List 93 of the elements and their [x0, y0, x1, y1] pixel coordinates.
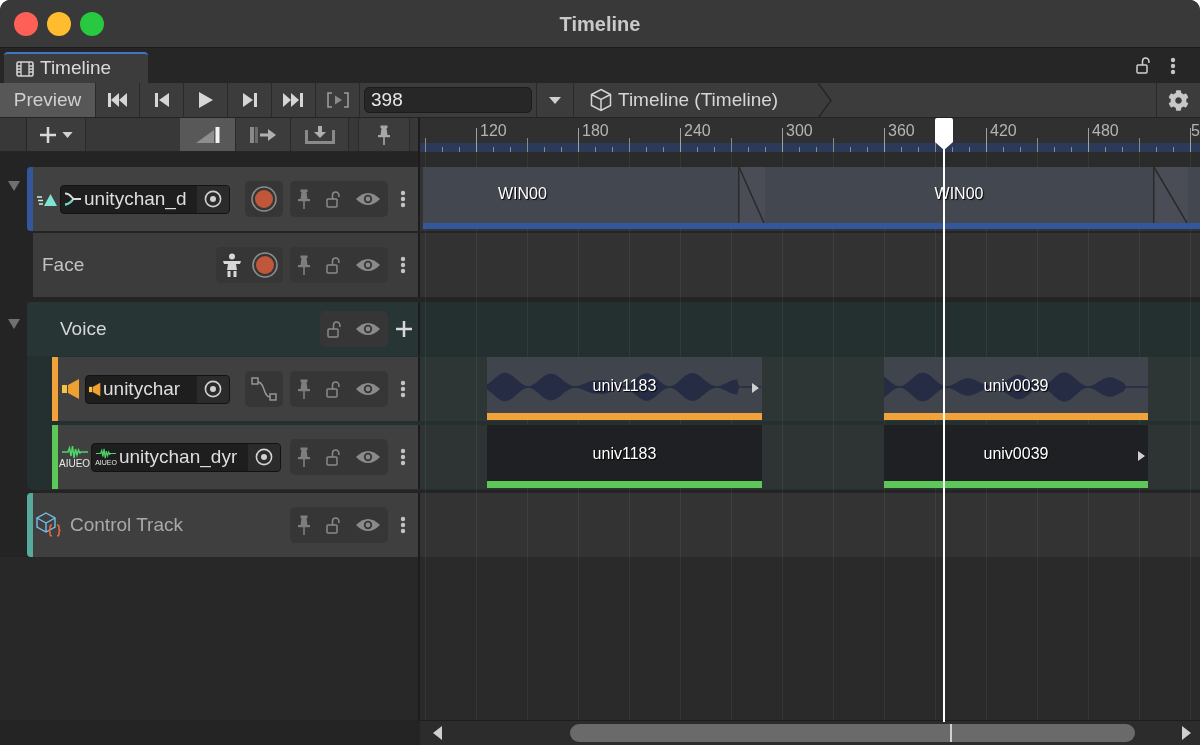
plus-icon[interactable]: [39, 126, 56, 143]
ruler-label: 300: [786, 121, 813, 141]
target-button[interactable]: [197, 375, 229, 403]
more-menu-icon[interactable]: [1170, 56, 1176, 75]
ruler-label: 120: [480, 121, 507, 141]
cube-braces-icon: [36, 512, 62, 538]
timeline-clip[interactable]: WIN00: [423, 167, 738, 229]
settings-icon: [1168, 89, 1189, 111]
waveform-icon: [96, 448, 116, 459]
film-icon: [16, 60, 34, 77]
track-name: Control Track: [70, 512, 183, 537]
skip-back-icon: [107, 92, 128, 108]
target-button[interactable]: [197, 185, 229, 213]
speaker-icon: [62, 378, 80, 400]
window-tab[interactable]: Timeline: [4, 52, 148, 83]
step-forward-icon: [241, 92, 258, 108]
disclosure-triangle-icon[interactable]: [8, 318, 20, 330]
edit-mode-button[interactable]: [291, 118, 349, 151]
timeline-clip[interactable]: univ0039: [884, 357, 1148, 420]
humanoid-icon[interactable]: [220, 253, 243, 277]
skip-forward-icon: [283, 92, 304, 108]
pin-icon[interactable]: [297, 189, 312, 209]
eye-icon[interactable]: [354, 517, 381, 533]
scroll-right-icon[interactable]: [1182, 726, 1191, 740]
window-title: Timeline: [559, 11, 641, 37]
icon-caption: AIUEO: [59, 459, 91, 469]
object-field[interactable]: unitychan_d: [60, 184, 230, 214]
scrollbar-thumb[interactable]: [570, 724, 1135, 742]
minimize-button[interactable]: [47, 11, 71, 36]
more-menu-icon[interactable]: [400, 190, 406, 208]
pin-icon[interactable]: [297, 255, 312, 275]
breadcrumb-item[interactable]: Timeline (Timeline): [574, 83, 832, 117]
curve-icon: [251, 377, 277, 401]
ramp-icon: [194, 125, 221, 144]
eye-icon[interactable]: [354, 381, 381, 397]
curves-button[interactable]: [245, 371, 283, 407]
more-menu-icon[interactable]: [400, 380, 406, 398]
disclosure-triangle-icon[interactable]: [8, 180, 20, 192]
ruler-label: 360: [888, 121, 915, 141]
add-icon[interactable]: [396, 321, 412, 337]
play-icon: [197, 92, 214, 108]
zoom-button[interactable]: [80, 11, 104, 36]
snap-button[interactable]: [358, 118, 410, 151]
dropdown-button[interactable]: [536, 83, 574, 117]
more-menu-icon[interactable]: [400, 448, 406, 466]
pin-icon[interactable]: [297, 515, 312, 535]
ruler-label: 420: [990, 121, 1017, 141]
lock-icon[interactable]: [1136, 57, 1150, 74]
insert-down-icon: [304, 125, 335, 144]
eye-icon[interactable]: [354, 191, 381, 207]
target-button[interactable]: [248, 443, 281, 471]
timeline-clip[interactable]: univ1183: [487, 425, 762, 488]
pin-icon[interactable]: [297, 447, 312, 467]
preview-button[interactable]: Preview: [0, 83, 96, 117]
ruler-label: 240: [684, 121, 711, 141]
edit-mode-button[interactable]: [180, 118, 236, 151]
record-icon[interactable]: [252, 252, 279, 278]
speaker-icon: [89, 381, 101, 397]
object-field[interactable]: unitychar: [85, 374, 230, 404]
frame-field[interactable]: 398: [364, 87, 532, 113]
record-button[interactable]: [245, 181, 283, 217]
step-back-icon: [153, 92, 170, 108]
ruler-label: 180: [582, 121, 609, 141]
more-menu-icon[interactable]: [400, 256, 406, 274]
close-button[interactable]: [14, 11, 38, 36]
record-icon: [251, 186, 277, 212]
group-name: Voice: [59, 316, 107, 341]
pin-icon[interactable]: [377, 124, 391, 145]
playhead-position-mark: [950, 724, 952, 742]
cube-icon: [590, 88, 612, 112]
timeline-clip[interactable]: univ1183: [487, 357, 762, 420]
branch-arrow-icon: [64, 191, 82, 207]
caret-icon: [549, 96, 561, 104]
push-right-icon: [250, 126, 276, 143]
scroll-left-icon[interactable]: [433, 726, 442, 740]
target-icon: [255, 448, 274, 466]
play-range-icon: [326, 92, 349, 108]
track-name: Face: [41, 252, 85, 277]
more-menu-icon[interactable]: [400, 516, 406, 534]
eye-icon[interactable]: [355, 321, 381, 337]
timeline-clip[interactable]: univ0039: [884, 425, 1148, 488]
waveform-icon: [61, 445, 88, 459]
caret-icon: [61, 131, 73, 138]
eye-icon[interactable]: [354, 257, 381, 273]
pin-icon[interactable]: [297, 379, 312, 399]
target-icon: [204, 190, 222, 208]
ruler-label: 5: [1191, 121, 1200, 141]
eye-icon[interactable]: [354, 449, 381, 465]
animation-track-icon: [37, 191, 57, 207]
edit-mode-button[interactable]: [236, 118, 291, 151]
target-icon: [204, 380, 222, 398]
ruler-label: 480: [1092, 121, 1119, 141]
timeline-clip[interactable]: [1188, 167, 1200, 229]
